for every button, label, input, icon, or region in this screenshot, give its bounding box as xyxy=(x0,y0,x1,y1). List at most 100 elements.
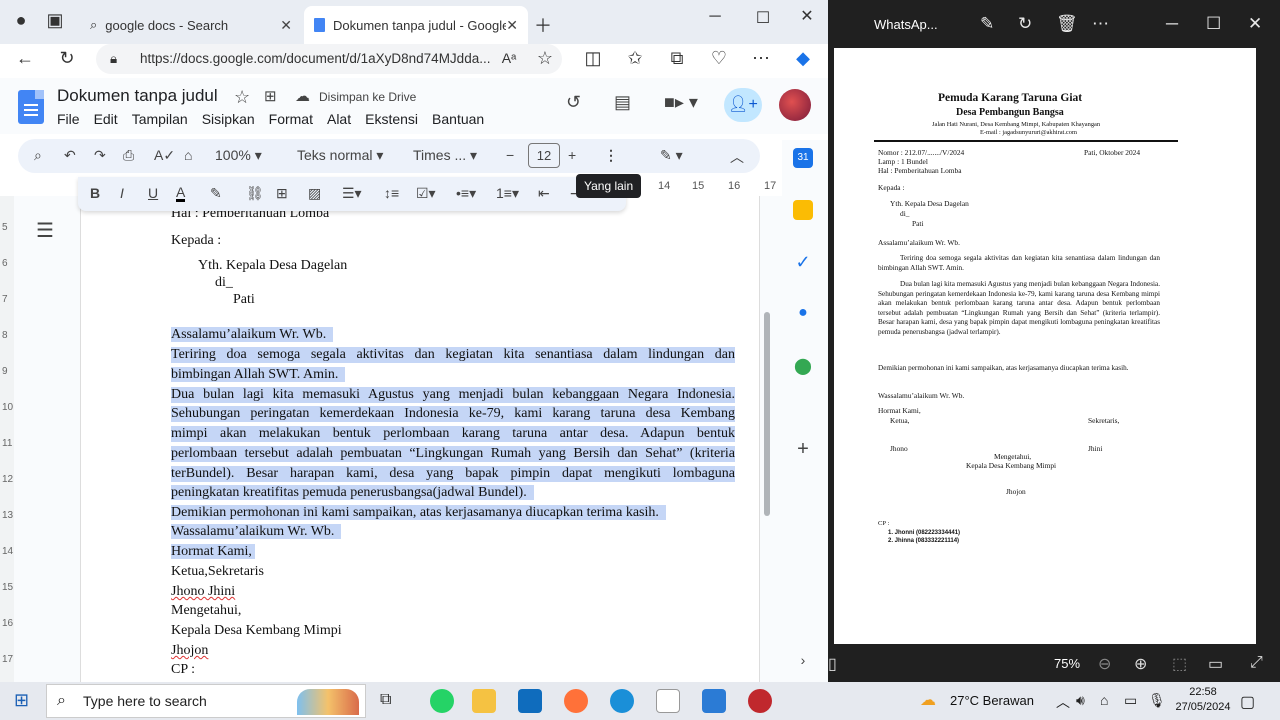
italic-icon[interactable]: I xyxy=(120,185,124,201)
meet-icon[interactable]: ■▸ ▾ xyxy=(664,92,698,113)
zoom-out-icon[interactable]: ⊖ xyxy=(1098,654,1111,674)
docs-logo-icon[interactable] xyxy=(18,90,44,124)
tasks-icon[interactable]: ✓ xyxy=(793,252,813,272)
hide-menus-icon[interactable]: ︿ xyxy=(730,147,744,167)
zoom-in-icon[interactable]: ⊕ xyxy=(1134,654,1147,674)
favorite-star-icon[interactable]: ☆ xyxy=(532,48,558,69)
font-size-input[interactable]: 12 xyxy=(528,143,560,168)
file-explorer-icon[interactable] xyxy=(472,689,496,713)
insert-image-icon[interactable]: ▨ xyxy=(308,185,321,202)
delete-icon[interactable]: 🗑︎ xyxy=(1056,14,1078,34)
panel-icon[interactable]: ▯ xyxy=(828,654,837,674)
recorder-icon[interactable] xyxy=(748,689,772,713)
close-icon[interactable]: ✕ xyxy=(1248,14,1262,34)
align-icon[interactable]: ☰▾ xyxy=(342,185,362,202)
maximize-icon[interactable]: ☐ xyxy=(1206,14,1221,34)
more-icon[interactable]: ⋯ xyxy=(1092,14,1109,34)
undo-icon[interactable]: ↶ xyxy=(64,147,76,164)
numbered-list-icon[interactable]: 1≡▾ xyxy=(496,185,519,202)
expand-panel-icon[interactable]: › xyxy=(793,652,813,672)
minimize-icon[interactable]: ─ xyxy=(700,8,730,26)
close-icon[interactable]: ✕ xyxy=(280,17,292,34)
mic-icon[interactable]: 🎙︎ xyxy=(1148,692,1166,709)
underline-icon[interactable]: U xyxy=(148,185,158,201)
notifications-icon[interactable]: ▢ xyxy=(1240,692,1255,712)
close-window-icon[interactable]: ✕ xyxy=(792,6,822,26)
clock[interactable]: 22:58 27/05/2024 xyxy=(1172,685,1234,715)
style-select[interactable]: Teks normal ▾ xyxy=(297,147,383,164)
font-select[interactable]: Times ... ▾ xyxy=(413,147,477,164)
redo-icon[interactable]: ↷ xyxy=(94,147,106,164)
outline-icon[interactable]: ☰ xyxy=(36,218,54,243)
zoom-select[interactable]: 100% ▾ xyxy=(215,147,262,164)
spellcheck-icon[interactable]: A✓ xyxy=(154,147,175,164)
more-options-button[interactable]: ⋮ xyxy=(604,147,618,164)
print-icon[interactable]: ⎙ xyxy=(123,147,134,164)
editing-mode-icon[interactable]: ✎ ▾ xyxy=(660,147,683,164)
menu-file[interactable]: File xyxy=(57,111,80,127)
whatsapp-icon[interactable] xyxy=(430,689,454,713)
document-title[interactable]: Dokumen tanpa judul xyxy=(57,86,218,106)
back-icon[interactable]: ← xyxy=(12,48,38,69)
url-field[interactable]: 🔒︎ https://docs.google.com/document/d/1a… xyxy=(96,44,562,74)
calendar-icon[interactable]: 31 xyxy=(793,148,813,168)
split-screen-icon[interactable]: ◫ xyxy=(580,48,606,69)
edge-icon[interactable] xyxy=(610,689,634,713)
bullet-list-icon[interactable]: •≡▾ xyxy=(456,185,476,202)
rotate-icon[interactable]: ↻ xyxy=(1018,14,1032,34)
keep-icon[interactable] xyxy=(793,200,813,220)
favorites-icon[interactable]: ✩ xyxy=(622,48,648,69)
windows-start-icon[interactable]: ⊞ xyxy=(14,690,29,711)
maps-icon[interactable]: ⬤ xyxy=(793,356,813,376)
menu-edit[interactable]: Edit xyxy=(94,111,118,127)
comments-icon[interactable]: ▤ xyxy=(614,92,631,113)
document-page[interactable]: Hal : Pemberitahuan Lomba Kepada : Yth. … xyxy=(80,196,760,682)
paint-format-icon[interactable]: ⌂ xyxy=(184,147,192,163)
checklist-icon[interactable]: ☑▾ xyxy=(416,185,436,202)
tab-google-search[interactable]: ⌕ google docs - Search ✕ xyxy=(80,6,302,44)
menu-help[interactable]: Bantuan xyxy=(432,111,484,127)
line-spacing-icon[interactable]: ↕≡ xyxy=(384,185,399,201)
collections-icon[interactable]: ⧉ xyxy=(664,48,690,69)
add-addon-icon[interactable]: + xyxy=(793,438,813,460)
network-icon[interactable]: ⌂ xyxy=(1100,692,1108,708)
more-options-icon[interactable]: ⋯ xyxy=(748,48,774,69)
highlight-icon[interactable]: ✎ xyxy=(210,185,222,202)
extensions-icon[interactable]: ♡ xyxy=(706,48,732,69)
fullscreen-icon[interactable]: ⤢ xyxy=(1250,654,1263,672)
decrease-font-icon[interactable]: − xyxy=(506,147,514,163)
taskbar-search[interactable]: ⌕ Type here to search xyxy=(46,684,366,718)
profile-icon[interactable]: ● xyxy=(8,10,34,31)
move-folder-icon[interactable]: ⊞ xyxy=(264,87,277,105)
menu-tools[interactable]: Alat xyxy=(327,111,351,127)
actual-size-icon[interactable]: ▭ xyxy=(1208,654,1223,674)
maximize-icon[interactable]: ☐ xyxy=(748,8,778,28)
share-button[interactable]: 👤︎+ xyxy=(724,88,762,122)
menu-insert[interactable]: Sisipkan xyxy=(202,111,255,127)
star-icon[interactable]: ☆ xyxy=(234,87,250,108)
battery-icon[interactable]: ▭ xyxy=(1124,692,1137,709)
task-view-icon[interactable]: ⧉ xyxy=(380,691,391,709)
search-menus-icon[interactable]: ⌕ xyxy=(34,147,42,164)
refresh-icon[interactable]: ↻ xyxy=(54,48,80,69)
history-icon[interactable]: ↺ xyxy=(566,92,581,113)
menu-extensions[interactable]: Ekstensi xyxy=(365,111,418,127)
increase-font-icon[interactable]: + xyxy=(568,147,576,163)
scrollbar[interactable] xyxy=(764,312,770,516)
minimize-icon[interactable]: ─ xyxy=(1166,14,1178,34)
menu-format[interactable]: Format xyxy=(269,111,313,127)
tab-actions-icon[interactable]: ▣ xyxy=(42,10,68,31)
volume-icon[interactable]: 🔊︎ xyxy=(1076,692,1085,709)
text-color-icon[interactable]: A xyxy=(176,185,186,202)
bold-icon[interactable]: B xyxy=(90,185,100,201)
weather-text[interactable]: 27°C Berawan xyxy=(950,693,1034,708)
mail-icon[interactable] xyxy=(518,689,542,713)
read-aloud-icon[interactable]: Aᵃ xyxy=(496,50,522,66)
edit-icon[interactable]: ✎ xyxy=(980,14,994,34)
avatar[interactable] xyxy=(779,89,811,121)
tab-google-docs[interactable]: Dokumen tanpa judul - Google D ✕ xyxy=(304,6,528,44)
decrease-indent-icon[interactable]: ⇤ xyxy=(538,185,550,202)
fit-icon[interactable]: ⬚ xyxy=(1172,654,1187,674)
link-icon[interactable]: ⛓ xyxy=(246,185,264,202)
firefox-icon[interactable] xyxy=(564,689,588,713)
